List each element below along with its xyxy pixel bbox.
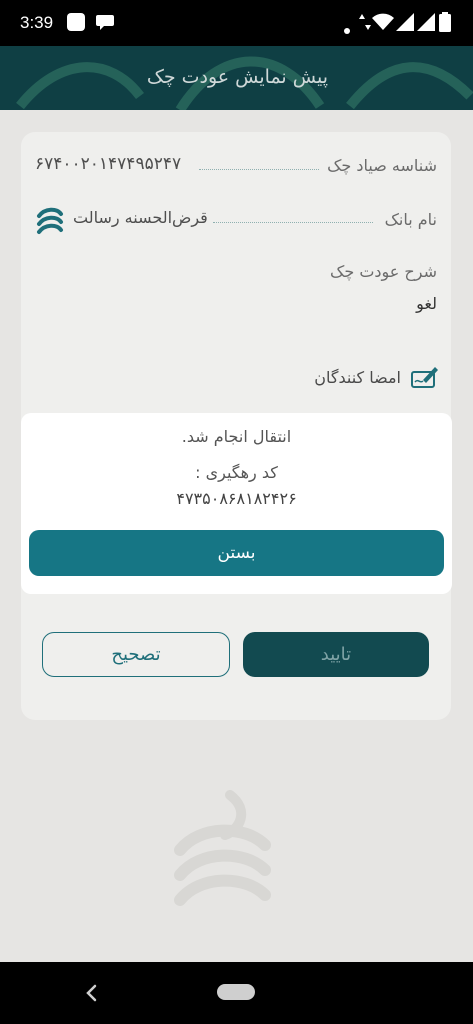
watermark-logo <box>170 790 280 924</box>
bank-logo-icon <box>35 206 65 242</box>
dotted-leader <box>213 222 373 224</box>
app-bar: پیش نمایش عودت چک <box>0 46 473 110</box>
return-description-label: شرح عودت چک <box>330 262 437 281</box>
edit-button[interactable]: تصحیح <box>42 632 230 677</box>
dot-icon <box>344 19 350 38</box>
notification-square-icon <box>66 12 86 36</box>
status-time: 3:39 <box>20 13 54 32</box>
home-pill-icon[interactable] <box>217 984 255 1004</box>
signal-icon <box>396 13 414 35</box>
tracking-code-label: کد رهگیری : <box>195 463 278 482</box>
bank-name-label: نام بانک <box>384 210 437 229</box>
sayad-id-label: شناسه صیاد چک <box>327 156 437 175</box>
system-nav-bar <box>0 962 473 1024</box>
page-title: پیش نمایش عودت چک <box>146 66 328 88</box>
battery-icon <box>439 12 451 36</box>
confirm-button-label: تایید <box>320 644 352 665</box>
edit-button-label: تصحیح <box>111 644 161 665</box>
signature-icon <box>411 364 439 394</box>
data-transfer-icon <box>359 13 371 35</box>
wifi-icon <box>372 13 394 35</box>
signal-icon-2 <box>417 13 435 35</box>
chat-bubble-icon <box>95 13 115 35</box>
sayad-id-value: ۶۷۴۰۰۲۰۱۴۷۴۹۵۲۴۷ <box>35 154 182 174</box>
back-chevron-icon[interactable] <box>84 984 98 1006</box>
dialog-message: انتقال انجام شد. <box>181 427 292 446</box>
tracking-code-value: ۴۷۳۵۰۸۶۸۱۸۲۴۲۶ <box>176 489 297 508</box>
bank-name-value: قرض‌الحسنه رسالت <box>73 208 208 227</box>
status-bar: 3:39 <box>0 0 473 46</box>
signers-label[interactable]: امضا کنندگان <box>314 368 401 387</box>
close-button-label: بستن <box>217 543 256 563</box>
return-description-value: لغو <box>416 294 437 313</box>
success-dialog: انتقال انجام شد. کد رهگیری : ۴۷۳۵۰۸۶۸۱۸۲… <box>21 413 452 594</box>
confirm-button[interactable]: تایید <box>243 632 429 677</box>
close-button[interactable]: بستن <box>29 530 444 576</box>
dotted-leader <box>199 169 319 171</box>
